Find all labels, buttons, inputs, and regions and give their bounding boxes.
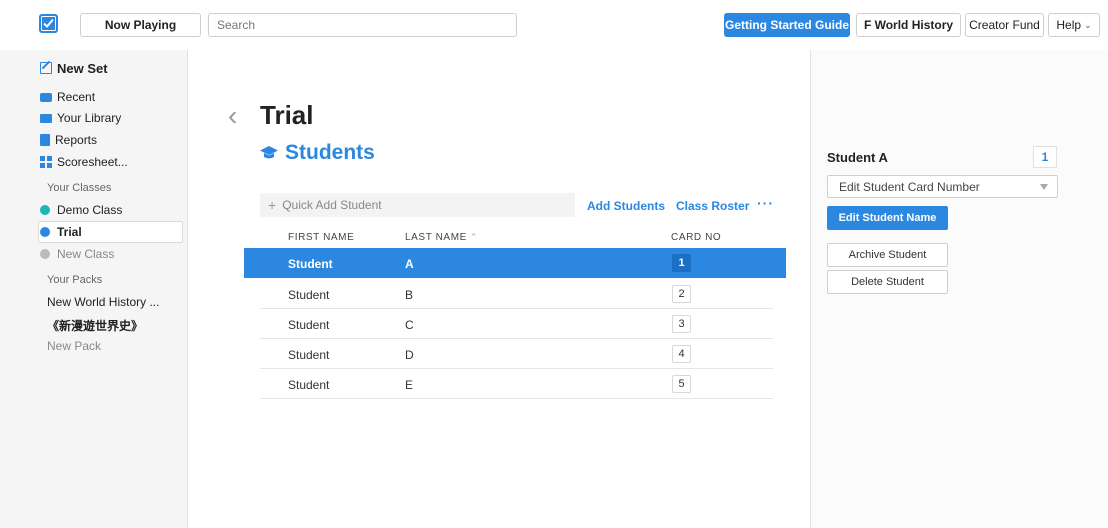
sidebar-item-new-set[interactable]: New Set xyxy=(40,58,108,78)
sidebar-item-label: Your Library xyxy=(57,111,122,125)
table-row[interactable]: Student B 2 xyxy=(260,279,773,309)
class-dot-icon xyxy=(40,205,50,215)
edit-student-name-button[interactable]: Edit Student Name xyxy=(827,206,948,230)
sidebar-item-label: Trial xyxy=(57,225,82,239)
quick-add-placeholder: Quick Add Student xyxy=(282,198,382,212)
dropdown-arrow-icon xyxy=(1040,184,1048,190)
section-title: Students xyxy=(260,141,375,165)
sidebar-item-label: Recent xyxy=(57,90,96,104)
creator-fund-button[interactable]: Creator Fund xyxy=(965,13,1044,37)
quick-add-student-input[interactable]: + Quick Add Student xyxy=(260,193,575,217)
getting-started-guide-button[interactable]: Getting Started Guide xyxy=(724,13,850,37)
class-dot-icon xyxy=(40,227,50,237)
class-roster-link[interactable]: Class Roster xyxy=(676,199,749,213)
sidebar-item-demo-class[interactable]: Demo Class xyxy=(40,200,122,220)
column-header-last-name[interactable]: LAST NAME ⌃ xyxy=(405,232,478,243)
edit-icon xyxy=(40,62,52,74)
last-name-cell: D xyxy=(405,348,414,362)
sidebar-item-pack[interactable]: 《新漫遊世界史》 xyxy=(47,317,143,334)
sidebar-item-label: Demo Class xyxy=(57,203,123,217)
first-name-cell: Student xyxy=(288,378,330,392)
student-name-heading: Student A xyxy=(827,150,888,165)
select-label: Edit Student Card Number xyxy=(839,179,980,194)
top-bar: Now Playing Getting Started Guide F Worl… xyxy=(0,0,1108,50)
column-header-card-no[interactable]: CARD NO xyxy=(671,232,721,243)
first-name-cell: Student xyxy=(288,318,330,332)
last-name-cell: A xyxy=(405,257,414,271)
app-logo-check-icon[interactable] xyxy=(39,14,58,33)
sort-ascending-icon: ⌃ xyxy=(469,232,479,242)
delete-student-button[interactable]: Delete Student xyxy=(827,270,948,294)
graduation-cap-icon xyxy=(260,146,278,159)
sidebar-item-label: New Set xyxy=(57,60,108,76)
grid-icon xyxy=(40,156,52,168)
page-title: Trial xyxy=(260,100,314,130)
help-label: Help xyxy=(1056,18,1082,32)
column-header-first-name[interactable]: FIRST NAME xyxy=(288,232,354,243)
column-header-label: LAST NAME xyxy=(405,232,467,243)
back-chevron-icon[interactable]: ‹ xyxy=(228,102,237,130)
sidebar-item-pack[interactable]: New World History ... xyxy=(47,295,159,309)
last-name-cell: B xyxy=(405,288,414,302)
card-number-cell: 5 xyxy=(672,375,691,393)
now-playing-button[interactable]: Now Playing xyxy=(80,13,201,37)
last-name-cell: C xyxy=(405,318,414,332)
sidebar-item-label: New Class xyxy=(57,247,115,261)
table-row[interactable]: Student C 3 xyxy=(260,309,773,339)
sidebar-item-scoresheet[interactable]: Scoresheet... xyxy=(40,152,128,172)
clock-icon xyxy=(40,92,52,102)
folder-icon xyxy=(40,113,52,123)
sidebar-item-trial[interactable]: Trial xyxy=(40,222,82,242)
sidebar-item-new-class[interactable]: New Class xyxy=(40,244,114,264)
sidebar-item-reports[interactable]: Reports xyxy=(40,130,97,150)
your-packs-heading: Your Packs xyxy=(47,274,103,286)
more-options-icon[interactable]: ··· xyxy=(757,195,774,211)
table-row[interactable]: Student A 1 xyxy=(244,248,786,278)
chevron-down-icon: ⌄ xyxy=(1084,19,1092,30)
add-circle-icon xyxy=(40,249,50,259)
card-number-cell: 1 xyxy=(672,254,691,272)
add-students-link[interactable]: Add Students xyxy=(587,199,665,213)
your-classes-heading: Your Classes xyxy=(47,182,112,194)
f-world-history-button[interactable]: F World History xyxy=(856,13,961,37)
table-row[interactable]: Student D 4 xyxy=(260,339,773,369)
first-name-cell: Student xyxy=(288,257,333,271)
sidebar-item-new-pack[interactable]: New Pack xyxy=(47,339,101,353)
first-name-cell: Student xyxy=(288,348,330,362)
table-row[interactable]: Student E 5 xyxy=(260,369,773,399)
first-name-cell: Student xyxy=(288,288,330,302)
section-title-label: Students xyxy=(285,141,375,164)
help-menu-button[interactable]: Help ⌄ xyxy=(1048,13,1100,37)
card-number-cell: 4 xyxy=(672,345,691,363)
plus-icon: + xyxy=(268,197,277,213)
sidebar-item-recent[interactable]: Recent xyxy=(40,87,95,107)
sidebar-item-your-library[interactable]: Your Library xyxy=(40,108,121,128)
edit-card-number-select[interactable]: Edit Student Card Number xyxy=(827,175,1058,198)
archive-student-button[interactable]: Archive Student xyxy=(827,243,948,267)
last-name-cell: E xyxy=(405,378,414,392)
search-input[interactable] xyxy=(208,13,517,37)
card-number-cell: 3 xyxy=(672,315,691,333)
sidebar-item-label: Reports xyxy=(55,133,98,147)
student-card-number-badge: 1 xyxy=(1033,146,1057,168)
card-number-cell: 2 xyxy=(672,285,691,303)
sidebar-item-label: Scoresheet... xyxy=(57,155,128,169)
report-icon xyxy=(40,134,50,146)
